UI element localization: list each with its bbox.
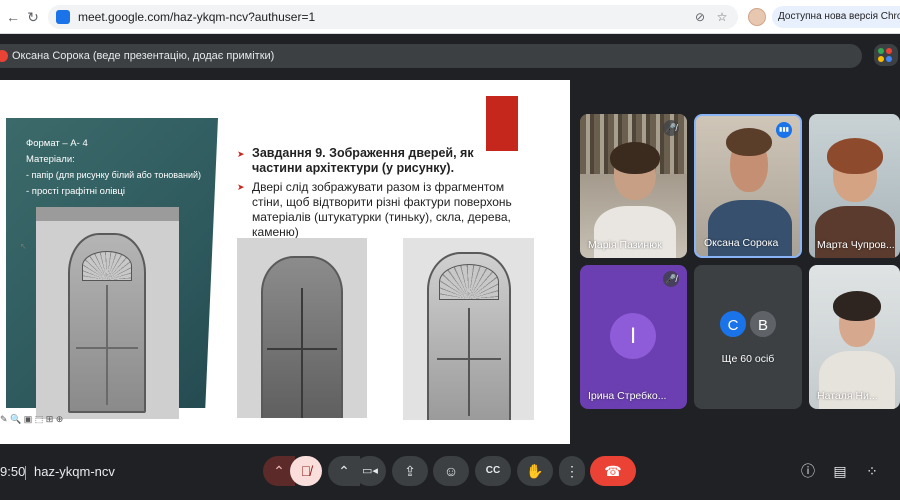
update-chrome-button[interactable]: Доступна нова версія Chrome [772,6,900,28]
participant-tile[interactable]: Наталя Ни... [809,265,900,409]
participant-tile[interactable]: 🎤̸ Марія Пазинюк [580,114,687,258]
bullet-icon: ➤ [237,182,245,192]
slide-format-line: Формат – А- 4 [26,138,88,149]
participant-tile[interactable]: Марта Чупров... [809,114,900,258]
activities-icon[interactable]: ⁘ [862,461,882,481]
cursor-icon: ↖ [20,242,27,251]
raise-hand-icon[interactable]: ✋ [517,456,553,486]
muted-icon: 🎤̸ [663,120,679,136]
participant-name: Оксана Сорока [704,237,779,249]
slide-paper-line: - папір (для рисунку білий або тонований… [26,170,202,180]
participant-hair [833,291,881,321]
back-icon[interactable]: ← [4,8,22,26]
more-participants-tile[interactable]: C B Ще 60 осіб [694,265,802,409]
reload-icon[interactable]: ↻ [24,8,42,26]
presenter-avatar [0,50,8,62]
meet-apps-icon[interactable] [874,44,898,66]
slide-toolbar[interactable]: ✎ 🔍 ▣ ⬚ ⊞ ⊕ [0,414,63,425]
participant-hair [610,142,660,174]
door-drawing-arched [237,238,367,418]
slide-red-accent [486,96,518,151]
mic-off-icon[interactable]: 🎙̸ [290,456,322,486]
slide-task-body: Двері слід зображувати разом із фрагмент… [252,180,512,239]
meeting-time: 9:50 [0,464,26,479]
participant-tile-speaking[interactable]: ▮▮▮ Оксана Сорока [694,114,802,258]
update-text: Доступна нова версія Chrome [778,11,900,22]
more-participants-label: Ще 60 осіб [721,353,775,365]
meet-favicon-icon [56,10,70,24]
profile-avatar[interactable] [748,8,766,26]
participant-body [708,200,792,256]
door-drawing-ornate [36,207,179,419]
participant-tile[interactable]: I 🎤̸ Ірина Стребко... [580,265,687,409]
present-screen-icon[interactable]: ⇪ [392,456,428,486]
slide-task-title: Завдання 9. Зображення дверей, як частин… [252,146,474,175]
presenting-banner: Оксана Сорока (веде презентацію, додає п… [0,44,862,68]
participant-name: Ірина Стребко... [588,390,667,402]
divider [25,466,26,480]
browser-toolbar: ← ↻ meet.google.com/haz-ykqm-ncv?authuse… [0,0,900,34]
captions-icon[interactable]: CC [475,456,511,486]
participant-name: Марія Пазинюк [588,239,662,251]
participant-avatar: I [610,313,656,359]
bullet-icon: ➤ [237,149,245,159]
slide-materials-line: Матеріали: [26,154,75,165]
slide-pencil-line: - прості графітні олівці [26,186,125,197]
speaking-icon: ▮▮▮ [776,122,792,138]
door-drawing-fanlight [403,238,534,420]
emoji-icon[interactable]: ☺ [433,456,469,486]
meeting-code: haz-ykqm-ncv [34,464,115,479]
participant-hair [827,138,883,174]
muted-icon: 🎤̸ [663,271,679,287]
hang-up-icon[interactable]: ☎ [590,456,636,486]
participant-name: Марта Чупров... [817,239,895,251]
eye-off-icon[interactable]: ⊘ [692,9,708,25]
participant-avatar: C [718,309,748,339]
chat-icon[interactable]: ▤ [830,461,850,481]
url-text[interactable]: meet.google.com/haz-ykqm-ncv?authuser=1 [78,10,315,24]
participant-avatar: B [748,309,778,339]
address-bar[interactable]: meet.google.com/haz-ykqm-ncv?authuser=1 … [48,5,738,29]
participant-hair [726,128,772,156]
star-icon[interactable]: ☆ [714,9,730,25]
participant-name: Наталя Ни... [817,390,878,402]
presenting-text: Оксана Сорока (веде презентацію, додає п… [12,50,275,62]
info-icon[interactable]: ⓘ [798,461,818,481]
more-options-icon[interactable]: ⋮ [559,456,585,486]
camera-icon[interactable]: ▭◂ [354,456,386,486]
